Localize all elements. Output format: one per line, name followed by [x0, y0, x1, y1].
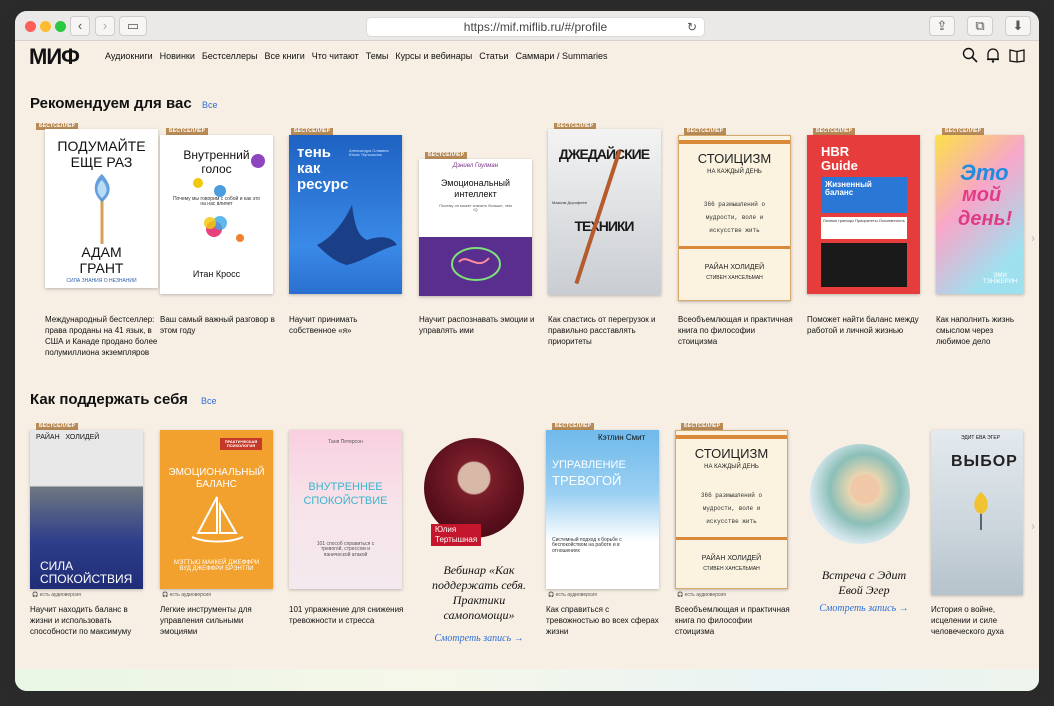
watch-recording-link[interactable]: Смотреть запись → [805, 603, 923, 614]
section-title-support: Как поддержать себя [30, 391, 188, 408]
book-cover[interactable]: СТОИЦИЗМ НА КАЖДЫЙ ДЕНЬ 366 размышлений … [678, 135, 791, 301]
back-icon: ‹ [77, 18, 83, 33]
section-title-recommended: Рекомендуем для вас [30, 95, 192, 112]
nav-new[interactable]: Новинки [160, 51, 195, 61]
tabs-overview-button[interactable]: ⧉ [967, 16, 993, 36]
sailboat-icon [191, 496, 244, 543]
search-icon[interactable] [962, 47, 978, 63]
url-text: https://mif.miflib.ru/#/profile [463, 20, 608, 34]
book-cover[interactable]: тень как ресурс Александра Славина Юлия … [289, 135, 402, 294]
audio-available-label: 🎧 есть аудиоверсия [162, 592, 211, 598]
book-description: Ваш самый важный разговор в этом году [160, 315, 275, 335]
sidebar-toggle-button[interactable]: ▭ [119, 16, 147, 36]
brain-icon [451, 247, 501, 281]
bestseller-badge: БЕСТСЕЛЛЕР [291, 128, 334, 135]
book-description: Международный бестселлер: права проданы … [45, 315, 158, 357]
book-description: Как спастись от перегрузок и правильно р… [548, 315, 656, 346]
audio-available-label: 🎧 есть аудиоверсия [32, 592, 81, 598]
book-description: Научит принимать собственное «я» [289, 315, 358, 335]
main-nav: Аудиокниги Новинки Бестселлеры Все книги… [105, 51, 607, 61]
footer-banner-strip [15, 669, 1039, 691]
book-description: 101 упражнение для снижения тревожности … [289, 605, 404, 625]
book-cover[interactable]: ПРАКТИЧЕСКАЯ ПСИХОЛОГИЯ ЭМОЦИОНАЛЬНЫЙ БА… [160, 430, 273, 589]
back-button[interactable]: ‹ [70, 16, 90, 36]
bestseller-badge: БЕСТСЕЛЛЕР [166, 128, 209, 135]
forward-icon: › [102, 18, 108, 33]
browser-window: ‹ › ▭ https://mif.miflib.ru/#/profile ↻ … [15, 11, 1039, 691]
book-description: Как наполнить жизнь смыслом через любимо… [936, 315, 1014, 346]
audio-available-label: 🎧 есть аудиоверсия [677, 592, 726, 598]
download-icon: ⬇ [1012, 18, 1024, 33]
book-description: Поможет найти баланс между работой и лич… [807, 315, 919, 335]
library-book-icon[interactable] [1009, 47, 1025, 63]
book-cover[interactable]: HBR Guide Жизненный баланс Личные границ… [807, 135, 920, 294]
minimize-window-button[interactable] [40, 21, 51, 32]
bestseller-badge: БЕСТСЕЛЛЕР [552, 423, 595, 430]
flower-bud-icon [974, 492, 988, 530]
nav-articles[interactable]: Статьи [479, 51, 508, 61]
lightsaber-shape [574, 149, 622, 285]
nav-courses[interactable]: Курсы и вебинары [395, 51, 472, 61]
watch-recording-link[interactable]: Смотреть запись → [419, 633, 539, 644]
book-description: Всеобъемлющая и практичная книга по фило… [675, 605, 790, 636]
book-cover[interactable]: ЭДИТ ЕВА ЭГЕР ВЫБОР [931, 430, 1023, 595]
book-description: История о войне, исцелении и силе челове… [931, 605, 1004, 636]
book-cover[interactable]: СТОИЦИЗМ НА КАЖДЫЙ ДЕНЬ 366 размышлений … [675, 430, 788, 589]
downloads-button[interactable]: ⬇ [1005, 16, 1031, 36]
tabs-icon: ⧉ [975, 18, 985, 33]
nav-bestsellers[interactable]: Бестселлеры [202, 51, 258, 61]
book-cover[interactable]: Внутренний голос Почему мы говорим с соб… [160, 135, 273, 294]
nav-trending[interactable]: Что читают [312, 51, 359, 61]
bestseller-badge: БЕСТСЕЛЛЕР [425, 152, 468, 159]
bell-icon[interactable] [985, 47, 1001, 63]
browser-toolbar: ‹ › ▭ https://mif.miflib.ru/#/profile ↻ … [15, 11, 1039, 41]
address-bar[interactable]: https://mif.miflib.ru/#/profile ↻ [366, 17, 705, 37]
book-cover[interactable]: РАЙАН ХОЛИДЕЙ СИЛА СПОКОЙСТВИЯ [30, 430, 143, 589]
speaker-photo[interactable] [424, 438, 524, 538]
zoom-window-button[interactable] [55, 21, 66, 32]
support-all-link[interactable]: Все [201, 396, 217, 406]
nav-summaries[interactable]: Саммари / Summaries [515, 51, 607, 61]
bird-shadow-icon [317, 205, 397, 265]
reload-icon[interactable]: ↻ [687, 18, 697, 37]
bestseller-badge: БЕСТСЕЛЛЕР [942, 128, 985, 135]
speaker-photo[interactable] [810, 444, 910, 544]
book-description: Как справиться с тревожностью во всех сф… [546, 605, 659, 636]
webinar-title: Вебинар «Как поддержать себя. Практики с… [432, 563, 526, 622]
audio-available-label: 🎧 есть аудиоверсия [548, 592, 597, 598]
match-splash-icon [94, 174, 110, 244]
book-cover[interactable]: Это мой день! ЭМИ ТЭНЖЕРИН [936, 135, 1024, 294]
book-description: Научит находить баланс в жизни и использ… [30, 605, 132, 636]
share-icon: ⇪ [936, 18, 948, 33]
book-cover[interactable]: Дэниел Гоулман Эмоциональный интеллект П… [419, 159, 532, 296]
book-description: Всеобъемлющая и практичная книга по фило… [678, 315, 793, 346]
bestseller-badge: БЕСТСЕЛЛЕР [681, 423, 724, 430]
book-cover[interactable]: ДЖЕДАЙСКИЕ ТЕХНИКИ Максим Дорофеев [548, 129, 661, 295]
site-logo[interactable]: МИФ [29, 44, 80, 70]
bestseller-badge: БЕСТСЕЛЛЕР [36, 423, 79, 430]
book-description: Легкие инструменты для управления сильны… [160, 605, 252, 636]
device-frame: ‹ › ▭ https://mif.miflib.ru/#/profile ↻ … [0, 0, 1054, 706]
share-button[interactable]: ⇪ [929, 16, 955, 36]
meeting-title: Встреча с Эдит Евой Эгер [821, 568, 907, 597]
carousel-next-icon[interactable]: › [1031, 231, 1035, 245]
forward-button[interactable]: › [95, 16, 115, 36]
book-description: Научит распознавать эмоции и управлять и… [419, 315, 535, 335]
nav-topics[interactable]: Темы [366, 51, 389, 61]
bestseller-badge: БЕСТСЕЛЛЕР [684, 128, 727, 135]
nav-all-books[interactable]: Все книги [265, 51, 305, 61]
carousel-next-icon[interactable]: › [1031, 519, 1035, 533]
speaker-name-tag: Юлия Тертышная [431, 524, 482, 546]
book-cover[interactable]: ПОДУМАЙТЕ ЕЩЕ РАЗ АДАМ ГРАНТ СИЛА ЗНАНИЯ… [45, 129, 158, 288]
nav-audiobooks[interactable]: Аудиокниги [105, 51, 153, 61]
sidebar-icon: ▭ [126, 18, 140, 33]
recommended-all-link[interactable]: Все [202, 100, 218, 110]
book-cover[interactable]: Таня Петерсон ВНУТРЕННЕЕ СПОКОЙСТВИЕ 101… [289, 430, 402, 589]
book-cover[interactable]: Кэтлин Смит УПРАВЛЕНИЕ ТРЕВОГОЙ Системны… [546, 430, 659, 589]
bestseller-badge: БЕСТСЕЛЛЕР [813, 128, 856, 135]
site-header: МИФ Аудиокниги Новинки Бестселлеры Все к… [15, 42, 1039, 72]
close-window-button[interactable] [25, 21, 36, 32]
